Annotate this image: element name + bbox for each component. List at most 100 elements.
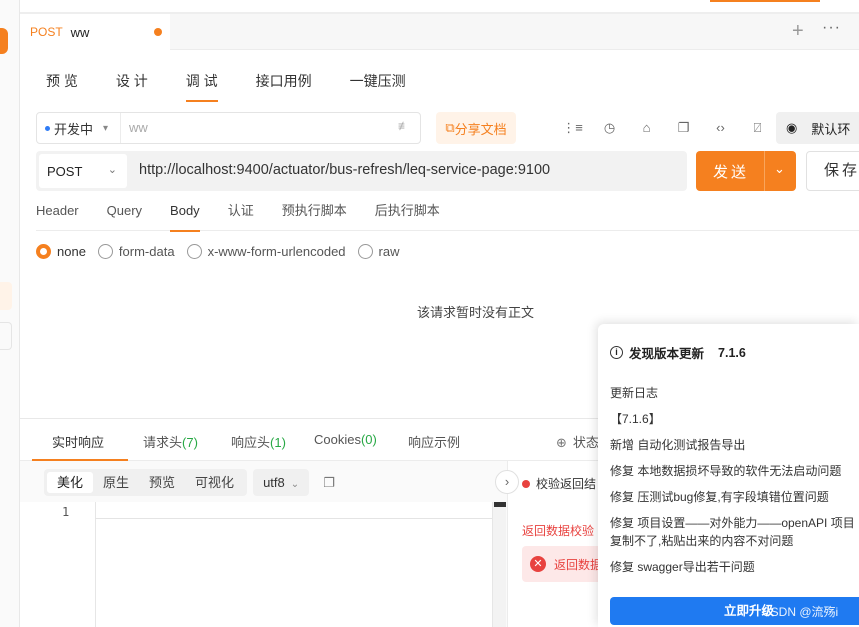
format-pretty[interactable]: 美化: [47, 472, 94, 493]
update-log-line: 更新日志: [610, 386, 659, 400]
error-dot-icon: [522, 479, 530, 488]
tab-auth[interactable]: 认证: [228, 200, 254, 231]
radio-circle-icon: [186, 244, 202, 259]
update-log-line: 【7.1.6】: [610, 412, 661, 426]
tab-count: (7): [182, 435, 198, 450]
doc-name-box: 开发中 ▾ ww ≢: [36, 112, 421, 144]
lock-icon[interactable]: ⌂: [628, 120, 665, 136]
update-log-line: 修复 压测试bug修复,有字段填错位置问题: [610, 490, 829, 504]
send-dropdown-icon[interactable]: ⌄: [774, 161, 785, 177]
more-icon[interactable]: ···: [822, 19, 841, 37]
request-tab-method: POST: [30, 25, 63, 39]
add-tab-icon[interactable]: +: [792, 20, 804, 42]
copy-icon[interactable]: ❐: [323, 475, 335, 491]
tab-design[interactable]: 设 计: [116, 50, 148, 102]
tab-cookies[interactable]: Cookies(0): [314, 432, 377, 447]
unsaved-dot-icon: [154, 28, 162, 36]
tab-label: 响应头: [231, 435, 271, 450]
tab-load-test[interactable]: 一键压测: [350, 50, 406, 102]
url-bar: POST ⌄ http://localhost:9400/actuator/bu…: [36, 151, 687, 191]
eye-icon[interactable]: ◉: [786, 120, 797, 136]
tab-debug[interactable]: 调 试: [185, 50, 218, 102]
copy-icon[interactable]: ❐: [665, 120, 702, 136]
empty-body-message: 该请求暂时没有正文: [417, 305, 535, 320]
edit-icon[interactable]: ≢: [398, 119, 410, 133]
format-segmented: 美化 原生 预览 可视化: [44, 469, 248, 496]
doc-name-input[interactable]: ww: [129, 120, 148, 135]
send-divider: [764, 151, 765, 191]
tab-response-examples[interactable]: 响应示例: [408, 432, 460, 451]
code-area[interactable]: [95, 502, 506, 627]
tab-response-headers[interactable]: 响应头(1): [231, 432, 286, 451]
radio-label: form-data: [118, 244, 175, 259]
tab-body[interactable]: Body: [170, 200, 200, 232]
format-toolbar: 美化 原生 预览 可视化 utf8 ⌄ ❐: [44, 469, 335, 496]
request-tab-name: ww: [70, 24, 90, 40]
update-header: i 发现版本更新 7.1.6: [610, 343, 746, 362]
status-indicator[interactable]: ⊕ 状态: [556, 432, 599, 451]
radio-circle-icon: [97, 244, 113, 259]
top-accent-line: [710, 0, 820, 2]
tab-query[interactable]: Query: [107, 200, 142, 231]
radio-urlencoded[interactable]: x-www-form-urlencoded: [186, 244, 346, 259]
api-subtabs: 预 览 设 计 调 试 接口用例 一键压测: [20, 50, 859, 102]
radio-label: raw: [378, 244, 400, 259]
update-notification: i 发现版本更新 7.1.6 更新日志 【7.1.6】 新增 自动化测试报告导出…: [598, 324, 859, 627]
radio-none[interactable]: none: [36, 244, 86, 259]
editor-scrollbar[interactable]: [492, 502, 506, 627]
share-icon: ⧉: [445, 120, 455, 135]
sidebar-item-highlight[interactable]: [0, 282, 12, 310]
current-line-border: [95, 518, 506, 519]
environment-select[interactable]: ◉ 默认环: [776, 112, 859, 144]
save-button[interactable]: 保存: [806, 151, 859, 191]
sidebar-active-marker[interactable]: [0, 28, 8, 54]
scrollbar-thumb[interactable]: [494, 502, 506, 507]
tab-post-script[interactable]: 后执行脚本: [375, 200, 440, 231]
format-preview[interactable]: 预览: [139, 472, 185, 493]
update-version: 7.1.6: [718, 345, 746, 360]
code-icon[interactable]: ‹›: [702, 120, 739, 136]
tab-label: 响应示例: [408, 435, 461, 450]
tab-label: 请求头: [143, 435, 183, 450]
chevron-down-icon: ⌄: [290, 479, 300, 490]
tab-live-response[interactable]: 实时响应: [52, 432, 104, 451]
response-editor[interactable]: 1: [20, 502, 506, 627]
encoding-select[interactable]: utf8 ⌄: [253, 469, 310, 496]
tab-header[interactable]: Header: [36, 200, 79, 231]
validation-message: 返回数据校验: [522, 524, 595, 538]
error-x-icon: ✕: [530, 556, 546, 572]
tab-preview[interactable]: 预 览: [46, 50, 78, 102]
request-tab-ww[interactable]: POST ww: [20, 14, 170, 50]
request-param-tabs: Header Query Body 认证 预执行脚本 后执行脚本: [36, 200, 859, 232]
tab-pre-script[interactable]: 预执行脚本: [282, 200, 347, 231]
method-select[interactable]: POST ⌄: [39, 154, 127, 188]
radio-form-data[interactable]: form-data: [97, 244, 175, 259]
url-input[interactable]: http://localhost:9400/actuator/bus-refre…: [139, 162, 550, 178]
tab-test-cases[interactable]: 接口用例: [256, 50, 312, 102]
tab-request-headers[interactable]: 请求头(7): [143, 432, 198, 451]
status-select[interactable]: 开发中 ▾: [37, 113, 121, 143]
format-visualize[interactable]: 可视化: [185, 472, 244, 493]
outline-icon[interactable]: ⋮≡: [554, 120, 591, 136]
update-log-line: 修复 本地数据损坏导致的软件无法启动问题: [610, 464, 842, 478]
validation-error-text: 返回数据: [554, 557, 603, 572]
share-doc-button[interactable]: ⧉ 分享文档: [436, 112, 516, 144]
request-tab-strip: POST ww + ···: [20, 14, 859, 50]
chevron-down-icon: ⌄: [107, 164, 117, 176]
sidebar-item[interactable]: [0, 322, 12, 350]
history-icon[interactable]: ◷: [591, 120, 628, 136]
format-raw[interactable]: 原生: [93, 472, 139, 493]
export-icon[interactable]: ⍁: [739, 120, 776, 136]
method-label: POST: [47, 163, 83, 179]
collapse-pane-icon[interactable]: ›: [495, 470, 519, 494]
radio-raw[interactable]: raw: [357, 244, 400, 259]
info-icon: i: [610, 346, 623, 359]
update-log-line: 修复 项目设置——对外能力——openAPI 项目: [610, 516, 855, 530]
send-button[interactable]: 发送 ⌄: [696, 151, 796, 191]
tab-count: (0): [360, 432, 377, 447]
radio-label: x-www-form-urlencoded: [207, 244, 346, 259]
tab-label: 实时响应: [52, 435, 105, 450]
send-label: 发送: [713, 164, 750, 181]
validation-title: 校验返回结: [536, 477, 597, 491]
globe-icon: ⊕: [556, 435, 567, 450]
